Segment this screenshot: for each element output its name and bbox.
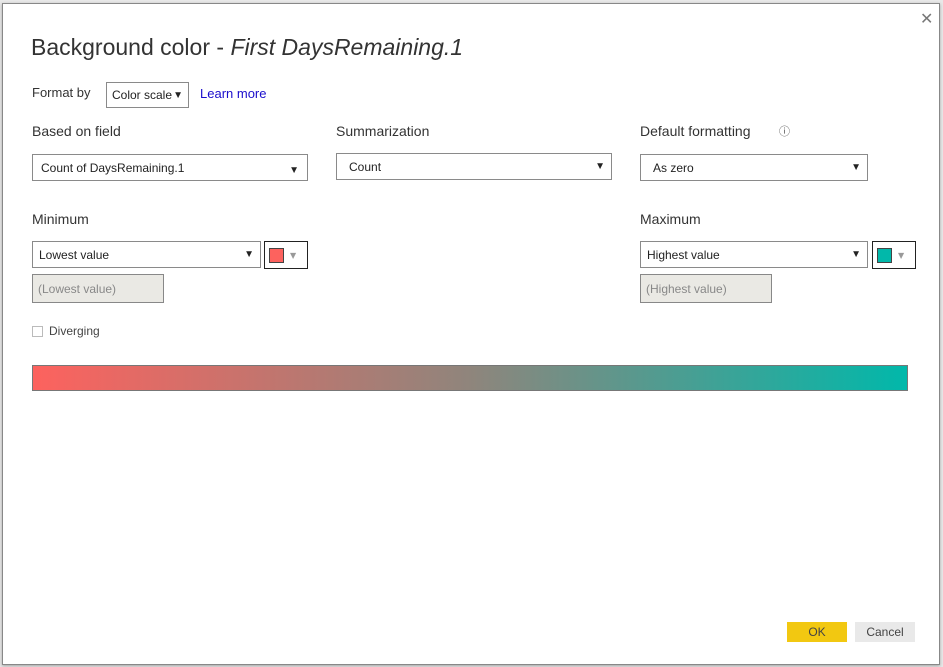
dropdown-arrow-icon: ▼ xyxy=(851,162,861,173)
dropdown-arrow-icon: ▼ xyxy=(173,89,183,101)
minimum-value: Lowest value xyxy=(39,247,110,262)
summarization-select[interactable]: Count ▼ xyxy=(336,153,612,180)
cancel-button[interactable]: Cancel xyxy=(855,622,915,642)
diverging-label: Diverging xyxy=(49,324,100,338)
format-by-value: Color scale xyxy=(112,88,173,102)
chevron-down-icon: ▼ xyxy=(898,250,905,260)
dropdown-arrow-icon: ▼ xyxy=(595,161,605,172)
learn-more-link[interactable]: Learn more xyxy=(200,86,266,101)
default-formatting-label: Default formatting xyxy=(640,123,751,139)
maximum-color-picker[interactable]: ▼ xyxy=(872,241,916,269)
ok-button[interactable]: OK xyxy=(787,622,847,642)
dialog-title: Background color - First DaysRemaining.1 xyxy=(31,34,463,61)
based-on-field-label: Based on field xyxy=(32,123,121,139)
minimum-value-input[interactable]: (Lowest value) xyxy=(32,274,164,303)
based-on-field-value: Count of DaysRemaining.1 xyxy=(41,160,185,175)
default-formatting-select[interactable]: As zero ▼ xyxy=(640,154,868,181)
title-field: First DaysRemaining.1 xyxy=(230,34,464,60)
maximum-value: Highest value xyxy=(647,247,720,262)
minimum-label: Minimum xyxy=(32,211,89,227)
format-by-select[interactable]: Color scale ▼ xyxy=(106,82,189,108)
minimum-select[interactable]: Lowest value ▼ xyxy=(32,241,261,268)
dropdown-arrow-icon: ▼ xyxy=(289,165,299,176)
maximum-color-swatch xyxy=(877,247,892,263)
format-by-label: Format by xyxy=(32,85,91,100)
maximum-label: Maximum xyxy=(640,211,701,227)
maximum-select[interactable]: Highest value ▼ xyxy=(640,241,868,268)
minimum-color-picker[interactable]: ▼ xyxy=(264,241,308,269)
minimum-color-swatch xyxy=(269,247,284,263)
color-scale-preview xyxy=(32,365,908,391)
dropdown-arrow-icon: ▼ xyxy=(851,249,861,260)
maximum-value-input[interactable]: (Highest value) xyxy=(640,274,772,303)
summarization-value: Count xyxy=(349,159,382,174)
checkbox-box[interactable] xyxy=(32,325,43,337)
close-icon[interactable]: ✕ xyxy=(920,9,933,28)
dropdown-arrow-icon: ▼ xyxy=(244,249,254,260)
background-color-dialog: ✕ Background color - First DaysRemaining… xyxy=(2,3,940,665)
based-on-field-select[interactable]: Count of DaysRemaining.1 ▼ xyxy=(32,154,308,181)
default-formatting-value: As zero xyxy=(653,160,694,175)
chevron-down-icon: ▼ xyxy=(290,250,297,260)
info-icon[interactable]: ⓘ xyxy=(779,123,790,139)
title-prefix: Background color - xyxy=(31,34,231,60)
summarization-label: Summarization xyxy=(336,123,430,139)
diverging-checkbox[interactable]: Diverging xyxy=(32,324,100,338)
